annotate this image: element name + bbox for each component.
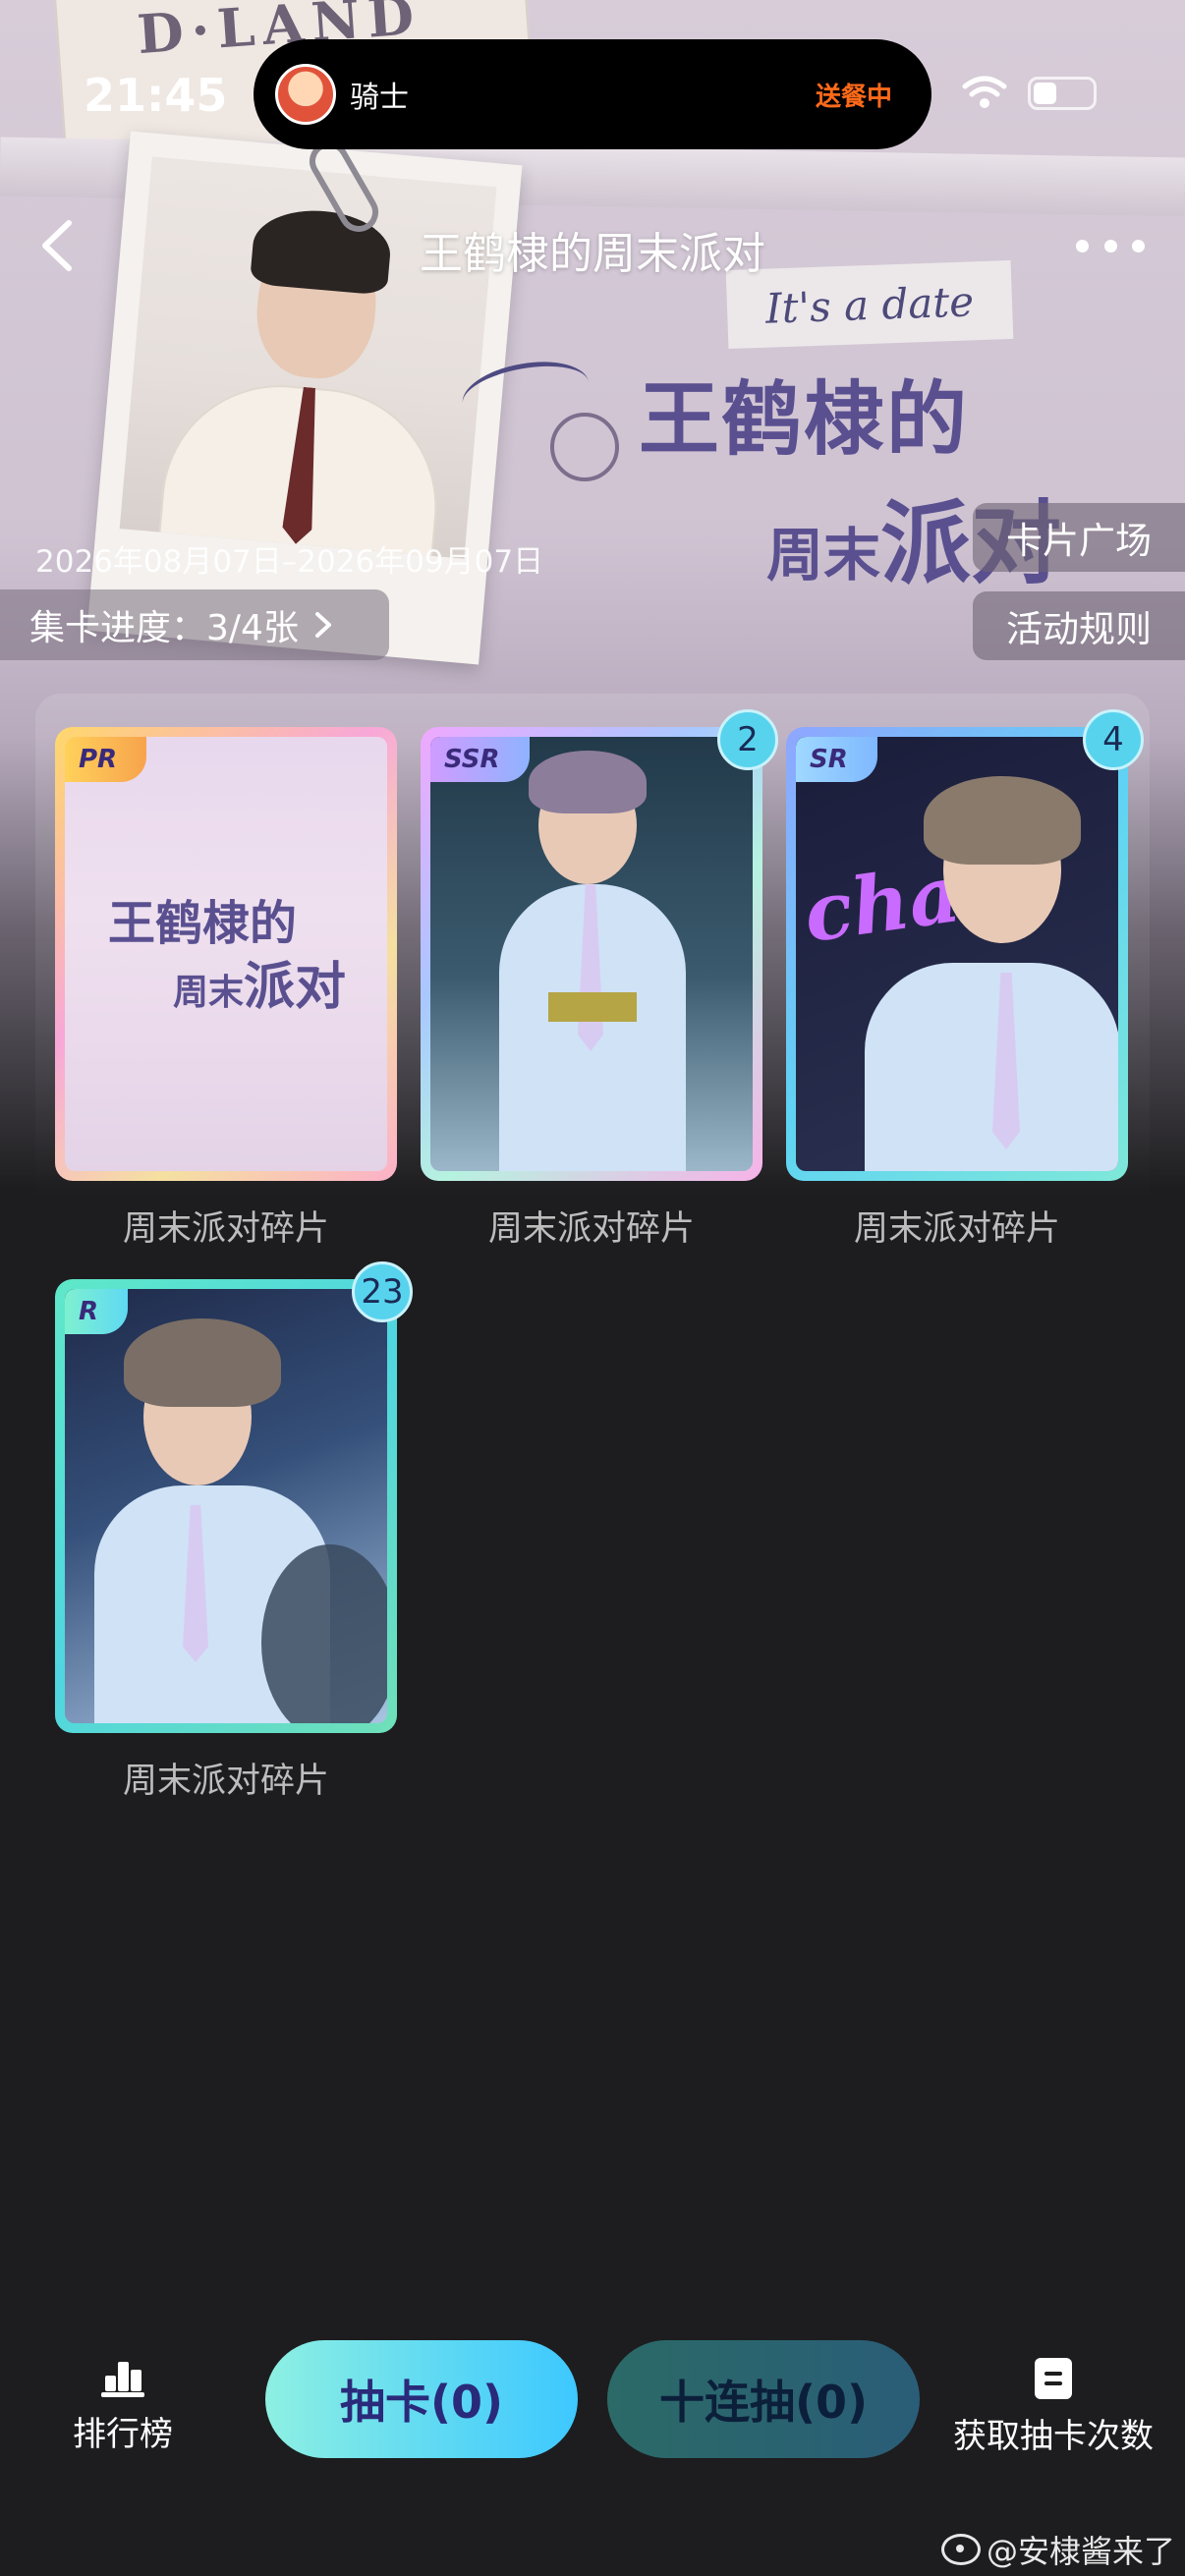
wifi-icon <box>962 76 1007 108</box>
card-art: R <box>65 1289 387 1723</box>
card-art: SSR <box>430 737 753 1171</box>
page-title: 王鹤棣的周末派对 <box>420 229 765 279</box>
card-art: chat SR <box>796 737 1118 1171</box>
card-ssr[interactable]: SSR <box>421 727 762 1181</box>
rarity-tag: SSR <box>430 737 530 782</box>
card-sr[interactable]: chat SR <box>786 727 1128 1181</box>
card-name: 周末派对碎片 <box>122 1209 329 1249</box>
get-draws-label: 获取抽卡次数 <box>953 2417 1154 2456</box>
ten-draw-button[interactable]: 十连抽(0) <box>607 2340 920 2458</box>
figure-hair <box>924 776 1081 865</box>
portrait-photo <box>119 156 497 559</box>
card-r[interactable]: R <box>55 1279 397 1733</box>
draw-card-button[interactable]: 抽卡(0) <box>265 2340 578 2458</box>
card-art-title: 王鹤棣的 <box>108 896 298 951</box>
watermark-text: @安棣酱来了 <box>987 2533 1176 2570</box>
more-dot <box>1076 239 1089 252</box>
get-draws-button[interactable]: 获取抽卡次数 <box>953 2358 1154 2457</box>
ranking-button[interactable]: 排行榜 <box>73 2358 173 2455</box>
card-count-badge: 2 <box>717 709 778 770</box>
card-count-badge: 23 <box>352 1261 413 1322</box>
tagline-text: It's a date <box>764 276 975 333</box>
figure-belt <box>548 992 637 1022</box>
card-art-subtitle: 周末派对 <box>173 958 347 1017</box>
more-button[interactable] <box>1076 226 1145 265</box>
live-activity-status: 送餐中 <box>815 82 892 112</box>
figure-body <box>865 963 1118 1171</box>
battery-icon <box>1028 77 1097 110</box>
card-count-badge: 4 <box>1083 709 1144 770</box>
event-date-range: 2026年08月07日–2026年09月07日 <box>35 544 544 580</box>
card-name: 周末派对碎片 <box>122 1762 329 1801</box>
more-dot <box>1132 239 1145 252</box>
collection-progress-button[interactable]: 集卡进度：3/4张 <box>0 589 389 660</box>
status-time: 21:45 <box>84 69 228 122</box>
figure-hair <box>529 751 647 813</box>
dynamic-island[interactable]: 骑士 送餐中 <box>254 39 931 149</box>
card-art: PR 王鹤棣的 周末派对 <box>65 737 387 1171</box>
document-icon <box>1035 2358 1072 2399</box>
ranking-label: 排行榜 <box>73 2415 173 2454</box>
chevron-right-icon <box>314 612 331 638</box>
rarity-tag: R <box>65 1289 129 1334</box>
ranking-icon <box>101 2358 144 2397</box>
smiley-icon <box>550 413 619 481</box>
more-dot <box>1103 239 1117 252</box>
card-pr[interactable]: PR 王鹤棣的 周末派对 <box>55 727 397 1181</box>
card-name: 周末派对碎片 <box>853 1209 1060 1249</box>
rarity-tag: PR <box>65 737 147 782</box>
rider-avatar-icon <box>275 64 336 125</box>
live-activity-label: 骑士 <box>350 81 409 115</box>
card-plaza-button[interactable]: 卡片广场 <box>973 503 1185 572</box>
weibo-icon <box>941 2534 981 2565</box>
banner-title-line1: 王鹤棣的 <box>639 373 970 467</box>
activity-rules-button[interactable]: 活动规则 <box>973 591 1185 660</box>
watermark: @安棣酱来了 <box>941 2527 1175 2572</box>
card-name: 周末派对碎片 <box>487 1209 695 1249</box>
polaroid-photo <box>86 131 523 665</box>
rarity-tag: SR <box>796 737 877 782</box>
figure-hair <box>124 1318 281 1407</box>
collection-progress-label: 集卡进度：3/4张 <box>29 608 299 648</box>
